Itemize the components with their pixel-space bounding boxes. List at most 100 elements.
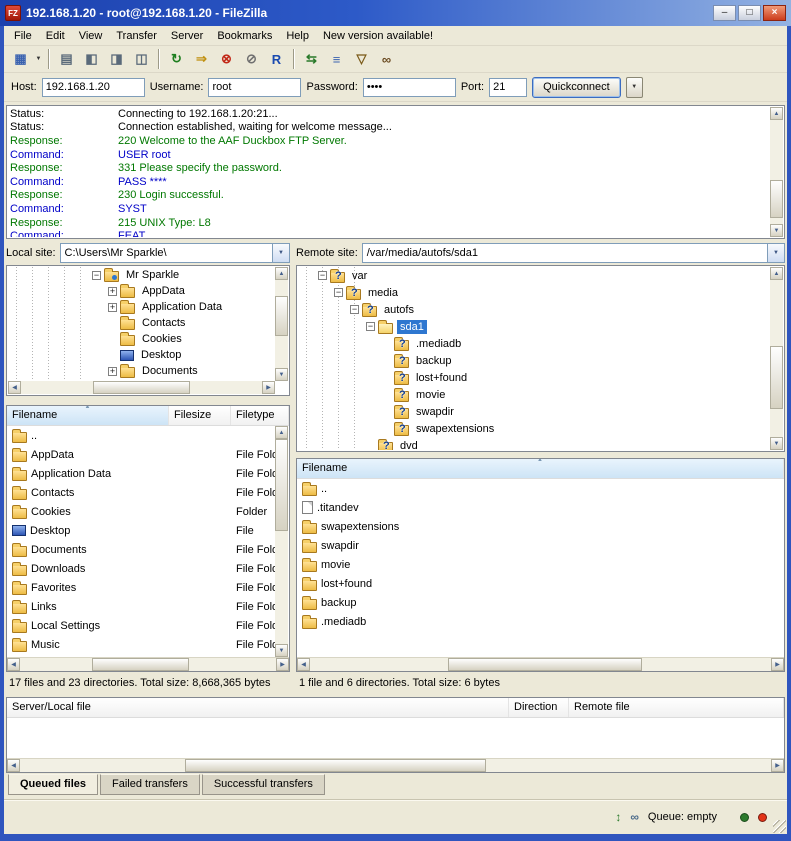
toggle-remote-tree-button[interactable]: ◨ [104,48,129,71]
tree-item-movie[interactable]: movie [298,386,770,403]
transfer-activity-icon[interactable]: ↕ [615,810,621,824]
file-row-swapextensions[interactable]: swapextensions [297,517,784,536]
file-row-documents[interactable]: DocumentsFile Folder [7,540,276,559]
tree-item-application-data[interactable]: +Application Data [8,299,275,315]
title-bar[interactable]: FZ 192.168.1.20 - root@192.168.1.20 - Fi… [0,0,791,26]
scroll-down-button[interactable]: ▼ [275,368,288,381]
filter-button[interactable]: ▽ [349,48,374,71]
menu-item-edit[interactable]: Edit [39,28,72,44]
site-manager-button-dropdown[interactable]: ▼ [33,48,44,71]
scroll-down-button[interactable]: ▼ [275,644,288,657]
disconnect-button[interactable]: ⊘ [239,48,264,71]
tree-item-mediadb[interactable]: .mediadb [298,335,770,352]
scroll-track[interactable] [275,280,288,368]
find-files-button[interactable]: ∞ [374,48,399,71]
scroll-track[interactable] [275,439,288,644]
menu-item-view[interactable]: View [72,28,110,44]
tree-expander-minus[interactable]: − [366,322,375,331]
refresh-button[interactable]: ↻ [164,48,189,71]
remote-site-combo[interactable]: /var/media/autofs/sda1 ▼ [362,243,785,263]
tab-queued-files[interactable]: Queued files [8,774,98,795]
file-row-downloads[interactable]: DownloadsFile Folder [7,559,276,578]
toggle-queue-button[interactable]: ◫ [129,48,154,71]
local-tree-vscrollbar[interactable]: ▲▼ [275,267,288,381]
scroll-thumb[interactable] [92,658,189,671]
local-site-combo[interactable]: C:\Users\Mr Sparkle\ ▼ [60,243,290,263]
scroll-thumb[interactable] [770,180,783,217]
menu-item-help[interactable]: Help [279,28,316,44]
file-row-desktop[interactable]: DesktopFile [7,521,276,540]
local-list-hscrollbar[interactable]: ◀▶ [7,657,289,671]
message-log[interactable]: Status:Connecting to 192.168.1.20:21...S… [6,105,785,239]
tree-item-appdata[interactable]: +AppData [8,283,275,299]
file-row-item[interactable]: .. [7,426,276,445]
synchronized-browsing-button[interactable]: ⇆ [299,48,324,71]
site-manager-button[interactable]: ▦ [8,48,33,71]
tree-item-autofs[interactable]: −autofs [298,301,770,318]
file-row-backup[interactable]: backup [297,593,784,612]
tree-expander-plus[interactable]: + [108,287,117,296]
menu-item-bookmarks[interactable]: Bookmarks [210,28,279,44]
column-header-remote-file[interactable]: Remote file [569,698,784,717]
file-row-contacts[interactable]: ContactsFile Folder [7,483,276,502]
scroll-up-button[interactable]: ▲ [770,107,783,120]
remote-tree-vscrollbar[interactable]: ▲▼ [770,267,783,450]
tree-expander-minus[interactable]: − [334,288,343,297]
scroll-track[interactable] [770,280,783,437]
log-vscrollbar[interactable]: ▲▼ [770,107,783,237]
password-input[interactable] [363,78,456,97]
tree-item-mr-sparkle[interactable]: −Mr Sparkle [8,267,275,283]
tree-item-swapdir[interactable]: swapdir [298,403,770,420]
tree-item-documents[interactable]: +Documents [8,363,275,379]
tree-item-media[interactable]: −media [298,284,770,301]
app-icon[interactable]: FZ [5,5,21,21]
scroll-track[interactable] [770,120,783,224]
scroll-thumb[interactable] [93,381,189,394]
port-input[interactable] [489,78,527,97]
menu-item-transfer[interactable]: Transfer [109,28,164,44]
column-header-server-local-file[interactable]: Server/Local file [7,698,509,717]
tree-item-lost-found[interactable]: lost+found [298,369,770,386]
file-row-cookies[interactable]: CookiesFolder [7,502,276,521]
minimize-button[interactable]: – [713,5,736,21]
directory-comparison-button[interactable]: ≡ [324,48,349,71]
scroll-track[interactable] [20,759,771,772]
host-input[interactable] [42,78,145,97]
scroll-right-button[interactable]: ▶ [771,658,784,671]
file-row-swapdir[interactable]: swapdir [297,536,784,555]
tree-expander-plus[interactable]: + [108,303,117,312]
menu-item-server[interactable]: Server [164,28,210,44]
tree-item-desktop[interactable]: Desktop [8,347,275,363]
process-queue-button[interactable]: ⇒ [189,48,214,71]
file-row-appdata[interactable]: AppDataFile Folder [7,445,276,464]
remote-file-list[interactable]: Filename▲ ...titandevswapextensionsswapd… [296,458,785,672]
local-site-dropdown-icon[interactable]: ▼ [272,244,289,262]
tree-expander-plus[interactable]: + [108,367,117,376]
maximize-button[interactable]: □ [738,5,761,21]
scroll-thumb[interactable] [275,439,288,531]
file-row-favorites[interactable]: FavoritesFile Folder [7,578,276,597]
file-row-mediadb[interactable]: .mediadb [297,612,784,631]
scroll-thumb[interactable] [275,296,288,336]
scroll-left-button[interactable]: ◀ [7,759,20,772]
column-header-direction[interactable]: Direction [509,698,569,717]
column-header-filetype[interactable]: Filetype [231,406,289,425]
remote-list-hscrollbar[interactable]: ◀▶ [297,657,784,671]
scroll-up-button[interactable]: ▲ [770,267,783,280]
column-header-filename[interactable]: Filename▲ [297,459,784,478]
tree-expander-minus[interactable]: − [318,271,327,280]
transfer-queue[interactable]: Server/Local fileDirectionRemote file ◀▶ [6,697,785,773]
file-row-movie[interactable]: movie [297,555,784,574]
cancel-button[interactable]: ⊗ [214,48,239,71]
scroll-down-button[interactable]: ▼ [770,224,783,237]
scroll-right-button[interactable]: ▶ [262,381,275,394]
tab-failed-transfers[interactable]: Failed transfers [100,774,200,795]
close-button[interactable]: × [763,5,786,21]
local-tree-hscrollbar[interactable]: ◀▶ [8,381,275,394]
queue-hscrollbar[interactable]: ◀▶ [7,758,784,772]
quickconnect-dropdown-button[interactable]: ▼ [626,77,643,98]
scroll-left-button[interactable]: ◀ [7,658,20,671]
scroll-up-button[interactable]: ▲ [275,267,288,280]
tab-successful-transfers[interactable]: Successful transfers [202,774,325,795]
remote-site-dropdown-icon[interactable]: ▼ [767,244,784,262]
